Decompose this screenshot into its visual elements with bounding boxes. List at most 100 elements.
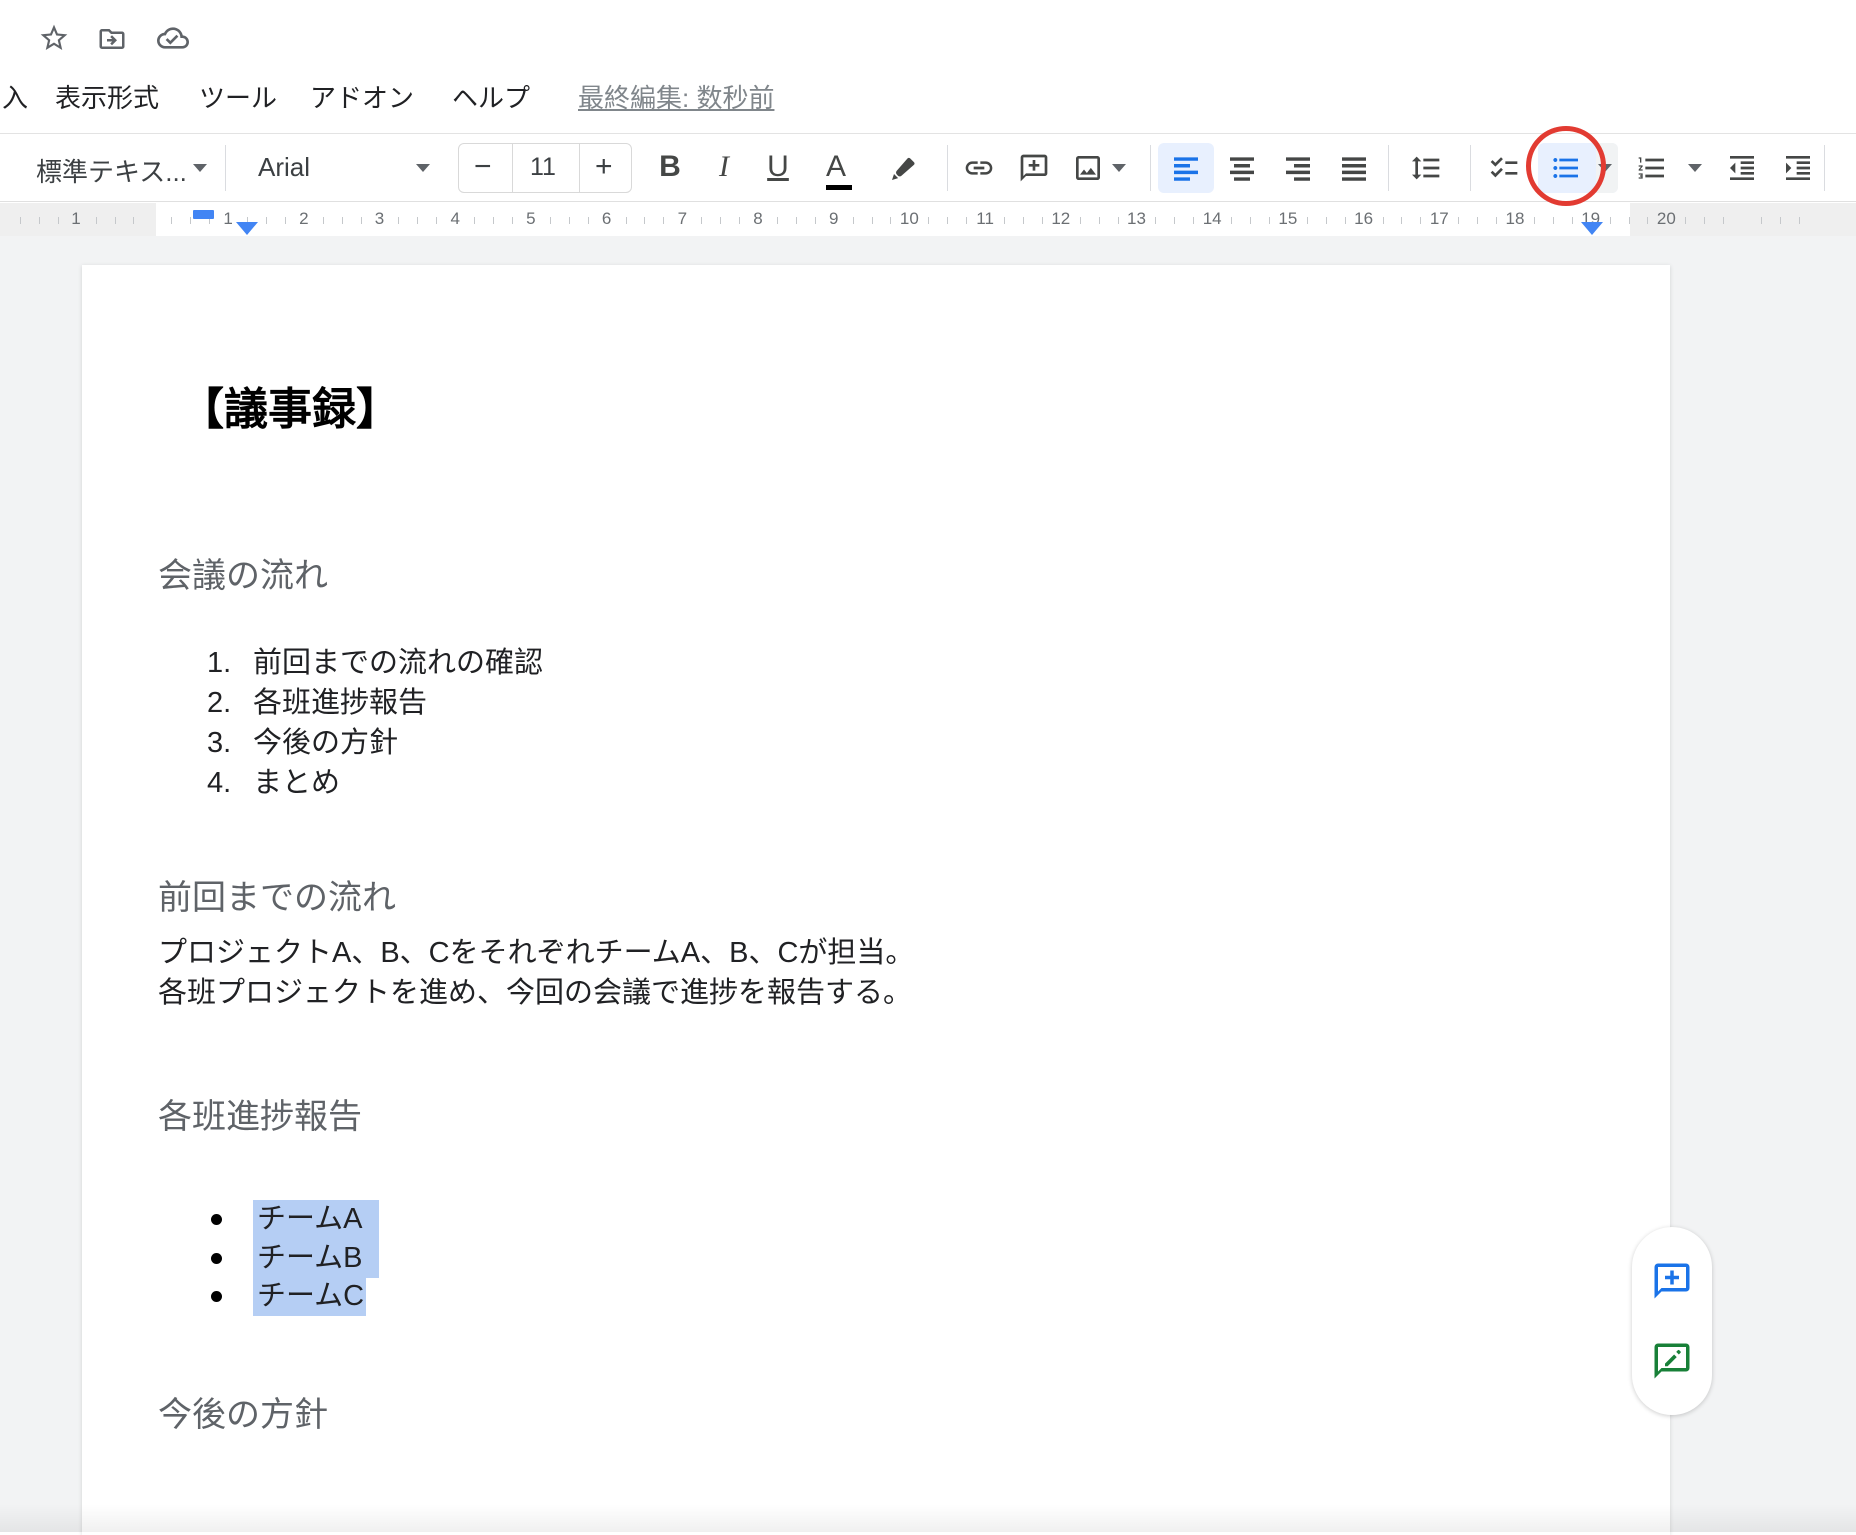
align-left-button[interactable] [1170,152,1202,184]
menu-item-tools[interactable]: ツール [199,82,277,114]
document-page[interactable]: 【議事録】 会議の流れ 1. 前回までの流れの確認 2. 各班進捗報告 3. 今… [82,265,1670,1535]
line-spacing-button[interactable] [1410,152,1442,184]
list-text: 今後の方針 [253,723,398,763]
ruler-number: 7 [678,209,687,229]
toolbar: 標準テキス... Arial − 11 + B I U A [0,133,1856,202]
ruler-tick [1174,217,1175,224]
menu-item-help[interactable]: ヘルプ [452,82,530,114]
ruler-tick [1023,217,1024,224]
decrease-font-size-button[interactable]: − [474,150,492,184]
list-number: 2. [207,683,247,723]
ruler-tick [171,217,172,224]
align-center-button[interactable] [1226,152,1258,184]
heading-agenda[interactable]: 会議の流れ [158,556,328,596]
chevron-down-icon[interactable] [1688,164,1702,172]
paragraph-style-selector[interactable]: 標準テキス... [36,152,187,189]
ruler-tick [701,217,702,224]
increase-font-size-button[interactable]: + [595,150,613,184]
star-icon[interactable] [38,22,70,54]
right-indent-marker[interactable] [1581,222,1603,235]
ruler-tick [493,217,494,224]
heading-policy[interactable]: 今後の方針 [158,1395,328,1435]
ruler-tick [1080,217,1081,224]
list-text: 前回までの流れの確認 [253,643,543,683]
bulleted-list-button[interactable] [1550,152,1582,184]
menu-item-insert-partial[interactable]: 入 [2,82,28,114]
toolbar-separator [225,145,226,191]
decrease-indent-button[interactable] [1726,152,1758,184]
ruler-tick [133,217,134,224]
ruler-tick [626,217,627,224]
ruler-tick [398,217,399,224]
align-right-button[interactable] [1282,152,1314,184]
ruler[interactable]: 1 1234567891011121314151617181920 [0,203,1856,236]
underline-button[interactable]: U [762,150,794,184]
bullet-text-selected: チームB [253,1239,379,1278]
ruler-tick [285,217,286,224]
ruler-number: 14 [1203,209,1222,229]
add-comment-side-button[interactable] [1651,1260,1693,1302]
ruler-tick [663,217,664,224]
paragraph-line: プロジェクトA、B、CをそれぞれチームA、B、Cが担当。 [158,933,914,973]
ruler-tick [417,217,418,224]
chevron-down-icon[interactable] [1598,164,1612,172]
ruler-number: 16 [1354,209,1373,229]
cloud-saved-icon[interactable] [155,22,191,54]
last-edit-link[interactable]: 最終編集: 数秒前 [578,82,774,114]
left-indent-marker[interactable] [236,222,258,235]
ruler-tick [1553,217,1554,224]
ruler-number: 4 [450,209,459,229]
list-text: 各班進捗報告 [253,683,427,723]
text-color-swatch [826,185,852,190]
italic-button[interactable]: I [708,150,740,184]
chevron-down-icon[interactable] [193,164,207,172]
toolbar-separator [1388,145,1389,191]
ruler-tick [777,217,778,224]
page-side-actions [1632,1227,1712,1415]
toolbar-separator [947,145,948,191]
font-size-value[interactable]: 11 [530,153,556,182]
first-line-indent-marker[interactable] [193,210,214,219]
suggest-edits-button[interactable] [1651,1340,1693,1382]
ruler-tick [20,217,21,224]
divider [512,144,513,192]
ruler-number: 2 [299,209,308,229]
menu-item-addons[interactable]: アドオン [310,82,414,114]
ruler-tick [1572,217,1573,224]
highlight-color-button[interactable] [888,152,920,184]
align-justify-button[interactable] [1338,152,1370,184]
doc-title[interactable]: 【議事録】 [180,383,400,437]
numbered-list-button[interactable] [1636,152,1668,184]
menu-item-format[interactable]: 表示形式 [55,82,159,114]
ruler-number: 15 [1278,209,1297,229]
divider [579,144,580,192]
ruler-tick [1704,217,1705,224]
move-to-folder-icon[interactable] [95,24,129,54]
ruler-tick [1534,217,1535,224]
font-family-selector[interactable]: Arial [258,152,310,183]
chevron-down-icon[interactable] [416,164,430,172]
list-text: まとめ [253,763,340,803]
ruler-tick [550,217,551,224]
heading-progress[interactable]: 各班進捗報告 [158,1097,362,1137]
paragraph[interactable]: プロジェクトA、B、CをそれぞれチームA、B、Cが担当。 各班プロジェクトを進め… [158,933,914,1013]
ruler-tick [1042,217,1043,224]
insert-link-button[interactable] [963,152,995,184]
document-canvas: 【議事録】 会議の流れ 1. 前回までの流れの確認 2. 各班進捗報告 3. 今… [0,236,1856,1532]
bullet-text-selected: チームC [253,1277,366,1316]
ruler-tick [512,217,513,224]
text-color-button[interactable]: A [820,150,852,184]
ruler-tick [1780,217,1781,224]
checklist-button[interactable] [1488,152,1520,184]
bullet-dot [211,1291,222,1302]
insert-image-button[interactable] [1072,152,1104,184]
ruler-tick [1496,217,1497,224]
increase-indent-button[interactable] [1782,152,1814,184]
bold-button[interactable]: B [654,150,686,184]
heading-previous[interactable]: 前回までの流れ [158,878,396,918]
chevron-down-icon[interactable] [1112,164,1126,172]
list-number: 3. [207,723,247,763]
ruler-tick [190,217,191,224]
ruler-tick [1250,217,1251,224]
add-comment-button[interactable] [1018,152,1050,184]
